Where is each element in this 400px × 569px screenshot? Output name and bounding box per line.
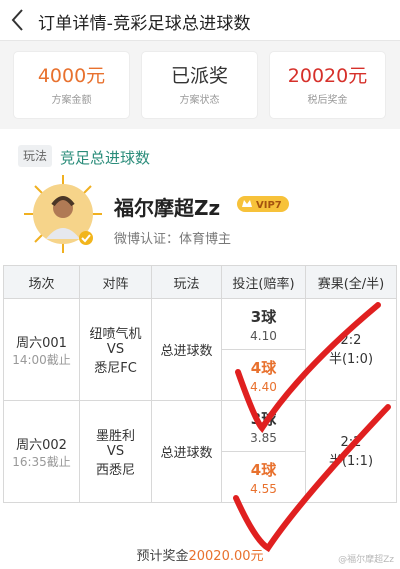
bet-pick: 3球 — [250, 409, 277, 428]
expert-name: 福尔摩超Zz — [114, 196, 221, 220]
home-team: 墨胜利 — [95, 429, 135, 444]
result-half: 半(1:1) — [328, 453, 374, 469]
result-cell: 2:2 半(1:0) — [305, 298, 397, 401]
expert-section: 玩法 竞足总进球数 福尔摩超Zz VIP7 微博认证：体育博主 — [0, 129, 400, 262]
after-tax-prize-label: 税后奖金 — [307, 95, 348, 106]
bet-option: 3球 4.10 — [222, 299, 305, 349]
after-tax-prize: 20020元 — [287, 65, 368, 87]
match-no: 周六002 — [16, 437, 67, 453]
estimated-prize-label: 预计奖金 — [136, 549, 189, 564]
vip-badge-icon: VIP7 — [237, 196, 289, 212]
teams-cell: 墨胜利 VS 西悉尼 — [79, 400, 152, 503]
col-header-match: 场次 — [3, 265, 80, 299]
result-full: 2:2 — [340, 434, 362, 450]
bet-odds: 4.55 — [250, 481, 277, 496]
bet-table-section: 场次 对阵 玩法 投注(赔率) 赛果(全/半) 周六001 14:00截止 纽喷… — [0, 262, 400, 542]
vs-label: VS — [106, 444, 125, 459]
bet-option: 3球 3.85 — [222, 401, 305, 451]
play-cell: 总进球数 — [151, 400, 222, 503]
result-full: 2:2 — [340, 332, 362, 348]
top-bar: 订单详情-竞彩足球总进球数 — [0, 0, 400, 41]
bet-pick: 4球 — [250, 358, 277, 377]
deadline: 16:35截止 — [12, 454, 71, 469]
bet-option-hit: 4球 4.55 — [222, 451, 305, 502]
back-arrow-icon[interactable] — [8, 7, 30, 33]
scheme-amount-label: 方案金额 — [51, 95, 92, 106]
col-header-result: 赛果(全/半) — [305, 265, 397, 299]
bet-pick: 4球 — [250, 460, 277, 479]
match-no: 周六001 — [16, 335, 67, 351]
match-cell: 周六001 14:00截止 — [3, 298, 80, 401]
prize-card: 20020元 税后奖金 — [270, 52, 385, 118]
table-row: 周六001 14:00截止 纽喷气机 VS 悉尼FC 总进球数 3球 4.10 … — [3, 298, 397, 401]
col-header-bet: 投注(赔率) — [221, 265, 306, 299]
scheme-status-label: 方案状态 — [179, 95, 220, 106]
table-row: 周六002 16:35截止 墨胜利 VS 西悉尼 总进球数 3球 3.85 4球… — [3, 400, 397, 503]
bet-cell: 3球 3.85 4球 4.55 — [221, 400, 306, 503]
bet-option-hit: 4球 4.40 — [222, 349, 305, 400]
away-team: 悉尼FC — [94, 361, 137, 376]
teams-cell: 纽喷气机 VS 悉尼FC — [79, 298, 152, 401]
col-header-play: 玩法 — [151, 265, 222, 299]
match-cell: 周六002 16:35截止 — [3, 400, 80, 503]
bet-odds: 4.10 — [250, 328, 277, 343]
bet-cell: 3球 4.10 4球 4.40 — [221, 298, 306, 401]
watermark: @福尔摩超Zz — [338, 555, 394, 565]
scheme-amount: 4000元 — [37, 65, 106, 87]
home-team: 纽喷气机 — [89, 327, 142, 342]
play-tag: 玩法 — [18, 145, 52, 167]
col-header-teams: 对阵 — [79, 265, 152, 299]
avatar[interactable] — [24, 175, 102, 253]
vip-label: VIP7 — [256, 200, 282, 211]
page-title: 订单详情-竞彩足球总进球数 — [38, 14, 251, 34]
play-type: 竞足总进球数 — [60, 149, 151, 167]
table-header-row: 场次 对阵 玩法 投注(赔率) 赛果(全/半) — [3, 265, 397, 299]
vs-label: VS — [106, 342, 125, 357]
deadline: 14:00截止 — [12, 352, 71, 367]
status-card: 已派奖 方案状态 — [142, 52, 257, 118]
bet-odds: 4.40 — [250, 379, 277, 394]
away-team: 西悉尼 — [95, 463, 135, 478]
result-cell: 2:2 半(1:1) — [305, 400, 397, 503]
scheme-status: 已派奖 — [170, 65, 228, 87]
bet-table: 场次 对阵 玩法 投注(赔率) 赛果(全/半) 周六001 14:00截止 纽喷… — [3, 265, 397, 503]
amount-card: 4000元 方案金额 — [14, 52, 129, 118]
order-summary: 4000元 方案金额 已派奖 方案状态 20020元 税后奖金 — [0, 41, 400, 129]
footer: 预计奖金20020.00元 @福尔摩超Zz — [0, 542, 400, 569]
weibo-verification: 微博认证：体育博主 — [114, 232, 232, 247]
result-half: 半(1:0) — [328, 351, 374, 367]
bet-pick: 3球 — [250, 307, 277, 326]
play-cell: 总进球数 — [151, 298, 222, 401]
estimated-prize-value: 20020.00元 — [188, 549, 264, 564]
bet-odds: 3.85 — [250, 430, 277, 445]
